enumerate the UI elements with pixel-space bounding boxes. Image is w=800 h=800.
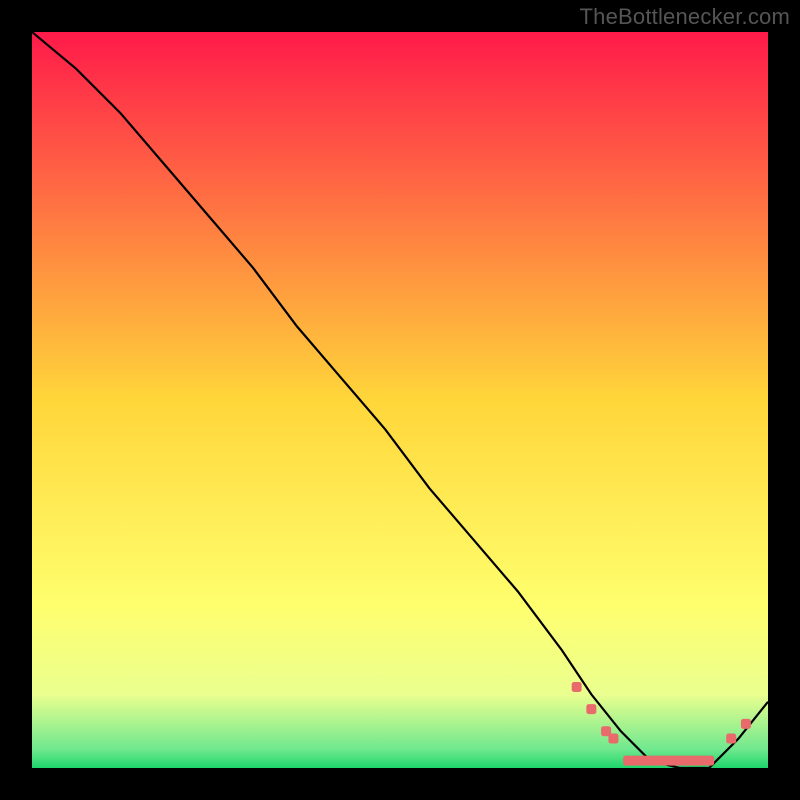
gradient-background — [32, 32, 768, 768]
marker-point — [608, 734, 618, 744]
marker-point — [704, 756, 714, 766]
watermark-text: TheBottlenecker.com — [580, 4, 790, 30]
chart-plot — [32, 32, 768, 768]
marker-point — [572, 682, 582, 692]
marker-point — [726, 734, 736, 744]
chart-frame: TheBottlenecker.com — [0, 0, 800, 800]
marker-point — [586, 704, 596, 714]
chart-svg — [32, 32, 768, 768]
marker-point — [741, 719, 751, 729]
